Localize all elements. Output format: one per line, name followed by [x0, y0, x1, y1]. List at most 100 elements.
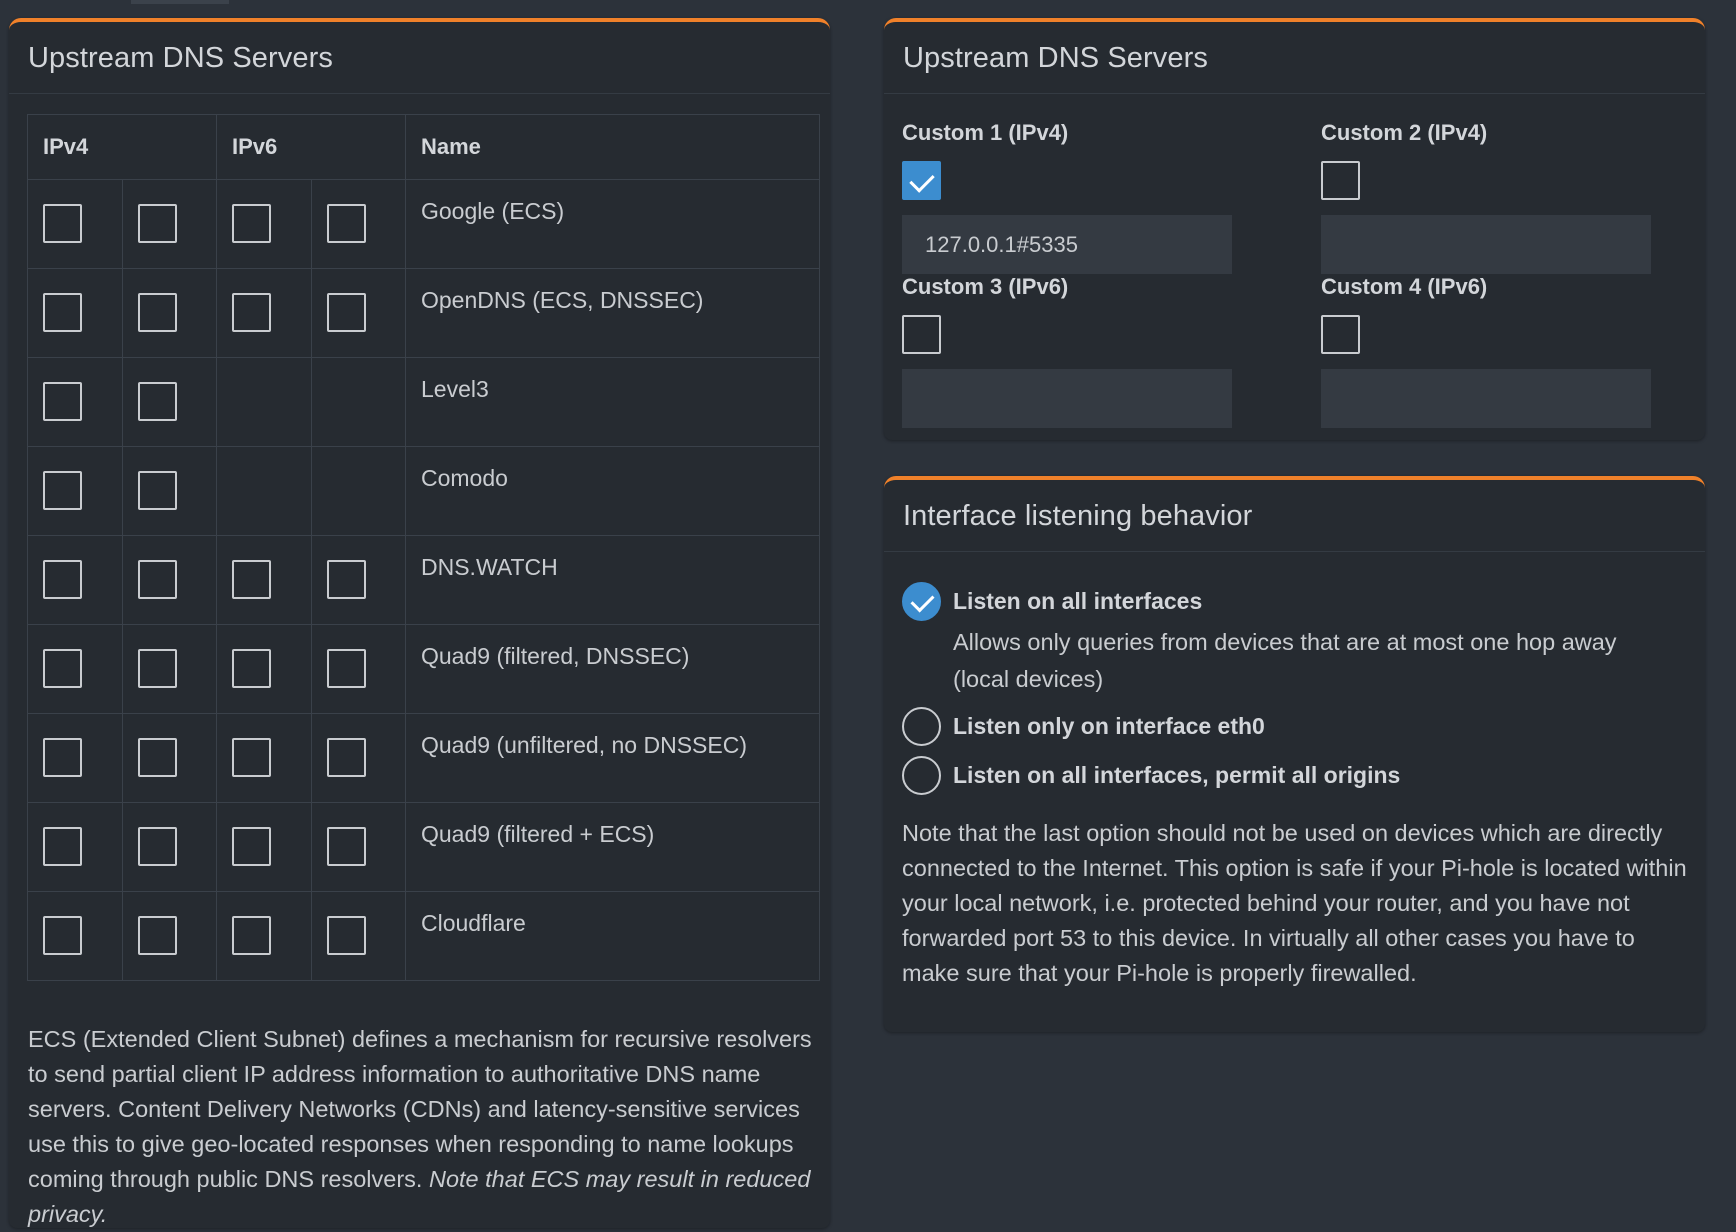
- custom-1-checkbox[interactable]: [902, 161, 941, 200]
- server-name: OpenDNS (ECS, DNSSEC): [405, 268, 820, 358]
- table-row: Cloudflare: [27, 891, 820, 981]
- ipv4-checkbox-1[interactable]: [43, 293, 82, 332]
- ipv4-checkbox-1[interactable]: [43, 382, 82, 421]
- listen-all-description: Allows only queries from devices that ar…: [953, 629, 1617, 692]
- ipv4-checkbox-1[interactable]: [43, 560, 82, 599]
- ipv6-cell: [216, 535, 312, 625]
- panel-title: Upstream DNS Servers: [9, 22, 830, 94]
- custom-2-checkbox[interactable]: [1321, 161, 1360, 200]
- ipv6-checkbox-1[interactable]: [232, 649, 271, 688]
- table-row: OpenDNS (ECS, DNSSEC): [27, 268, 820, 358]
- top-tab-indicator: [131, 0, 229, 4]
- ipv6-cell: [216, 446, 312, 536]
- ipv4-cell: [121, 446, 217, 536]
- ipv4-cell: [121, 713, 217, 803]
- custom-4-input[interactable]: [1321, 369, 1651, 428]
- ipv4-checkbox-1[interactable]: [43, 916, 82, 955]
- ipv4-checkbox-2[interactable]: [137, 204, 177, 243]
- ipv6-checkbox-2[interactable]: [326, 649, 366, 688]
- ipv4-checkbox-1[interactable]: [43, 649, 82, 688]
- server-name: Quad9 (filtered, DNSSEC): [405, 624, 820, 714]
- custom-2-group: Custom 2 (IPv4): [1321, 120, 1651, 274]
- ipv6-checkbox-1[interactable]: [232, 204, 271, 243]
- ipv6-cell: [310, 179, 406, 269]
- ipv4-checkbox-2[interactable]: [137, 738, 177, 777]
- server-name: Quad9 (filtered + ECS): [405, 802, 820, 892]
- ipv4-cell: [27, 713, 123, 803]
- permit-all-radio[interactable]: [902, 756, 941, 795]
- listen-all-radio[interactable]: [902, 582, 941, 621]
- listen-all-label[interactable]: Listen on all interfaces: [953, 588, 1202, 615]
- ipv6-cell: [216, 802, 312, 892]
- ipv6-cell: [216, 624, 312, 714]
- ipv4-cell: [121, 268, 217, 358]
- table-row: Quad9 (filtered, DNSSEC): [27, 624, 820, 714]
- ipv4-cell: [121, 891, 217, 981]
- ipv6-checkbox-1[interactable]: [232, 293, 271, 332]
- ipv4-cell: [27, 891, 123, 981]
- ipv6-checkbox-1[interactable]: [232, 916, 271, 955]
- server-name: Level3: [405, 357, 820, 447]
- ipv4-checkbox-1[interactable]: [43, 471, 82, 510]
- custom-2-label: Custom 2 (IPv4): [1321, 120, 1488, 145]
- ipv6-cell: [310, 268, 406, 358]
- custom-3-label: Custom 3 (IPv6): [902, 274, 1069, 299]
- ipv6-cell: [216, 179, 312, 269]
- custom-upstream-dns-panel: Upstream DNS Servers Custom 1 (IPv4) Cus…: [884, 18, 1705, 440]
- server-name: Google (ECS): [405, 179, 820, 269]
- interface-warning-note: Note that the last option should not be …: [902, 820, 1687, 986]
- ipv4-checkbox-2[interactable]: [137, 649, 177, 688]
- custom-4-group: Custom 4 (IPv6): [1321, 274, 1651, 428]
- ipv6-checkbox-1[interactable]: [232, 738, 271, 777]
- ipv6-checkbox-2[interactable]: [326, 738, 366, 777]
- custom-1-group: Custom 1 (IPv4): [902, 120, 1232, 274]
- ipv4-checkbox-2[interactable]: [137, 293, 177, 332]
- ipv6-cell: [216, 357, 312, 447]
- ipv4-checkbox-2[interactable]: [137, 382, 177, 421]
- custom-1-label: Custom 1 (IPv4): [902, 120, 1069, 145]
- ipv4-checkbox-2[interactable]: [137, 560, 177, 599]
- ipv6-checkbox-1[interactable]: [232, 827, 271, 866]
- ipv4-checkbox-1[interactable]: [43, 204, 82, 243]
- table-row: Quad9 (unfiltered, no DNSSEC): [27, 713, 820, 803]
- listen-eth0-label[interactable]: Listen only on interface eth0: [953, 713, 1265, 740]
- panel-title: Interface listening behavior: [884, 480, 1705, 552]
- ipv6-checkbox-1[interactable]: [232, 560, 271, 599]
- custom-1-input[interactable]: [902, 215, 1232, 274]
- column-header-name: Name: [405, 114, 820, 180]
- ipv6-cell: [216, 891, 312, 981]
- listen-eth0-radio[interactable]: [902, 707, 941, 746]
- ipv4-cell: [27, 357, 123, 447]
- ipv6-cell: [310, 802, 406, 892]
- server-name: Cloudflare: [405, 891, 820, 981]
- ipv4-cell: [27, 802, 123, 892]
- ipv6-cell: [310, 446, 406, 536]
- ipv4-checkbox-2[interactable]: [137, 827, 177, 866]
- server-name: Comodo: [405, 446, 820, 536]
- ipv4-checkbox-2[interactable]: [137, 471, 177, 510]
- ipv4-checkbox-2[interactable]: [137, 916, 177, 955]
- custom-dns-grid: Custom 1 (IPv4) Custom 2 (IPv4) Custom 3…: [902, 120, 1692, 440]
- ipv6-checkbox-2[interactable]: [326, 916, 366, 955]
- ipv4-cell: [27, 446, 123, 536]
- ipv4-cell: [121, 802, 217, 892]
- custom-3-input[interactable]: [902, 369, 1232, 428]
- ipv6-cell: [310, 357, 406, 447]
- ipv6-checkbox-2[interactable]: [326, 204, 366, 243]
- custom-3-checkbox[interactable]: [902, 315, 941, 354]
- table-row: Level3: [27, 357, 820, 447]
- column-header-ipv6: IPv6: [216, 114, 406, 180]
- ipv6-cell: [310, 624, 406, 714]
- ipv6-checkbox-2[interactable]: [326, 560, 366, 599]
- custom-2-input[interactable]: [1321, 215, 1651, 274]
- ipv6-checkbox-2[interactable]: [326, 293, 366, 332]
- ipv4-cell: [27, 268, 123, 358]
- ipv6-checkbox-2[interactable]: [326, 827, 366, 866]
- custom-4-checkbox[interactable]: [1321, 315, 1360, 354]
- permit-all-label[interactable]: Listen on all interfaces, permit all ori…: [953, 762, 1400, 789]
- ipv6-cell: [216, 268, 312, 358]
- ipv4-cell: [121, 624, 217, 714]
- ipv4-checkbox-1[interactable]: [43, 738, 82, 777]
- ipv4-checkbox-1[interactable]: [43, 827, 82, 866]
- ipv4-cell: [121, 357, 217, 447]
